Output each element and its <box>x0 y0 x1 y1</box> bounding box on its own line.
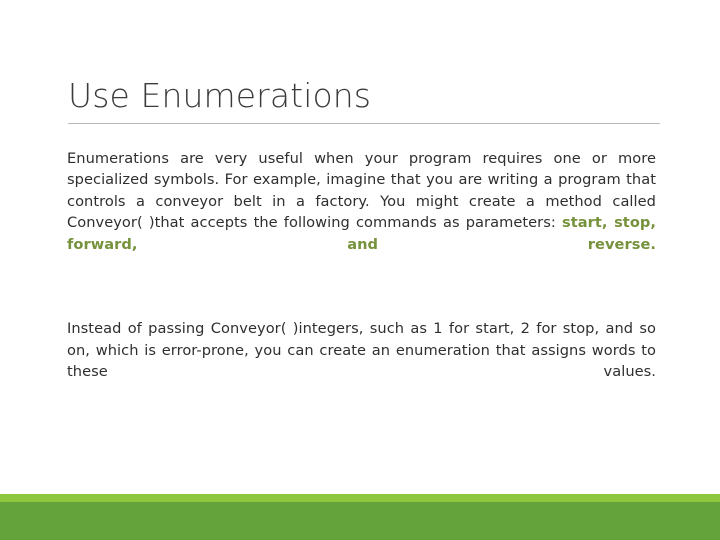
title-block: Use Enumerations <box>68 76 660 124</box>
paragraph-1: Enumerations are very useful when your p… <box>67 148 656 276</box>
paragraph-2: Instead of passing Conveyor( )integers, … <box>67 318 656 404</box>
page-title: Use Enumerations <box>68 76 372 115</box>
paragraph-2-text: Instead of passing Conveyor( )integers, … <box>67 320 656 381</box>
footer-band-light <box>0 494 720 502</box>
slide-canvas: Use Enumerations Enumerations are very u… <box>0 0 720 540</box>
title-divider <box>68 122 660 124</box>
footer-band-dark <box>0 502 720 540</box>
body-content: Enumerations are very useful when your p… <box>67 148 656 404</box>
